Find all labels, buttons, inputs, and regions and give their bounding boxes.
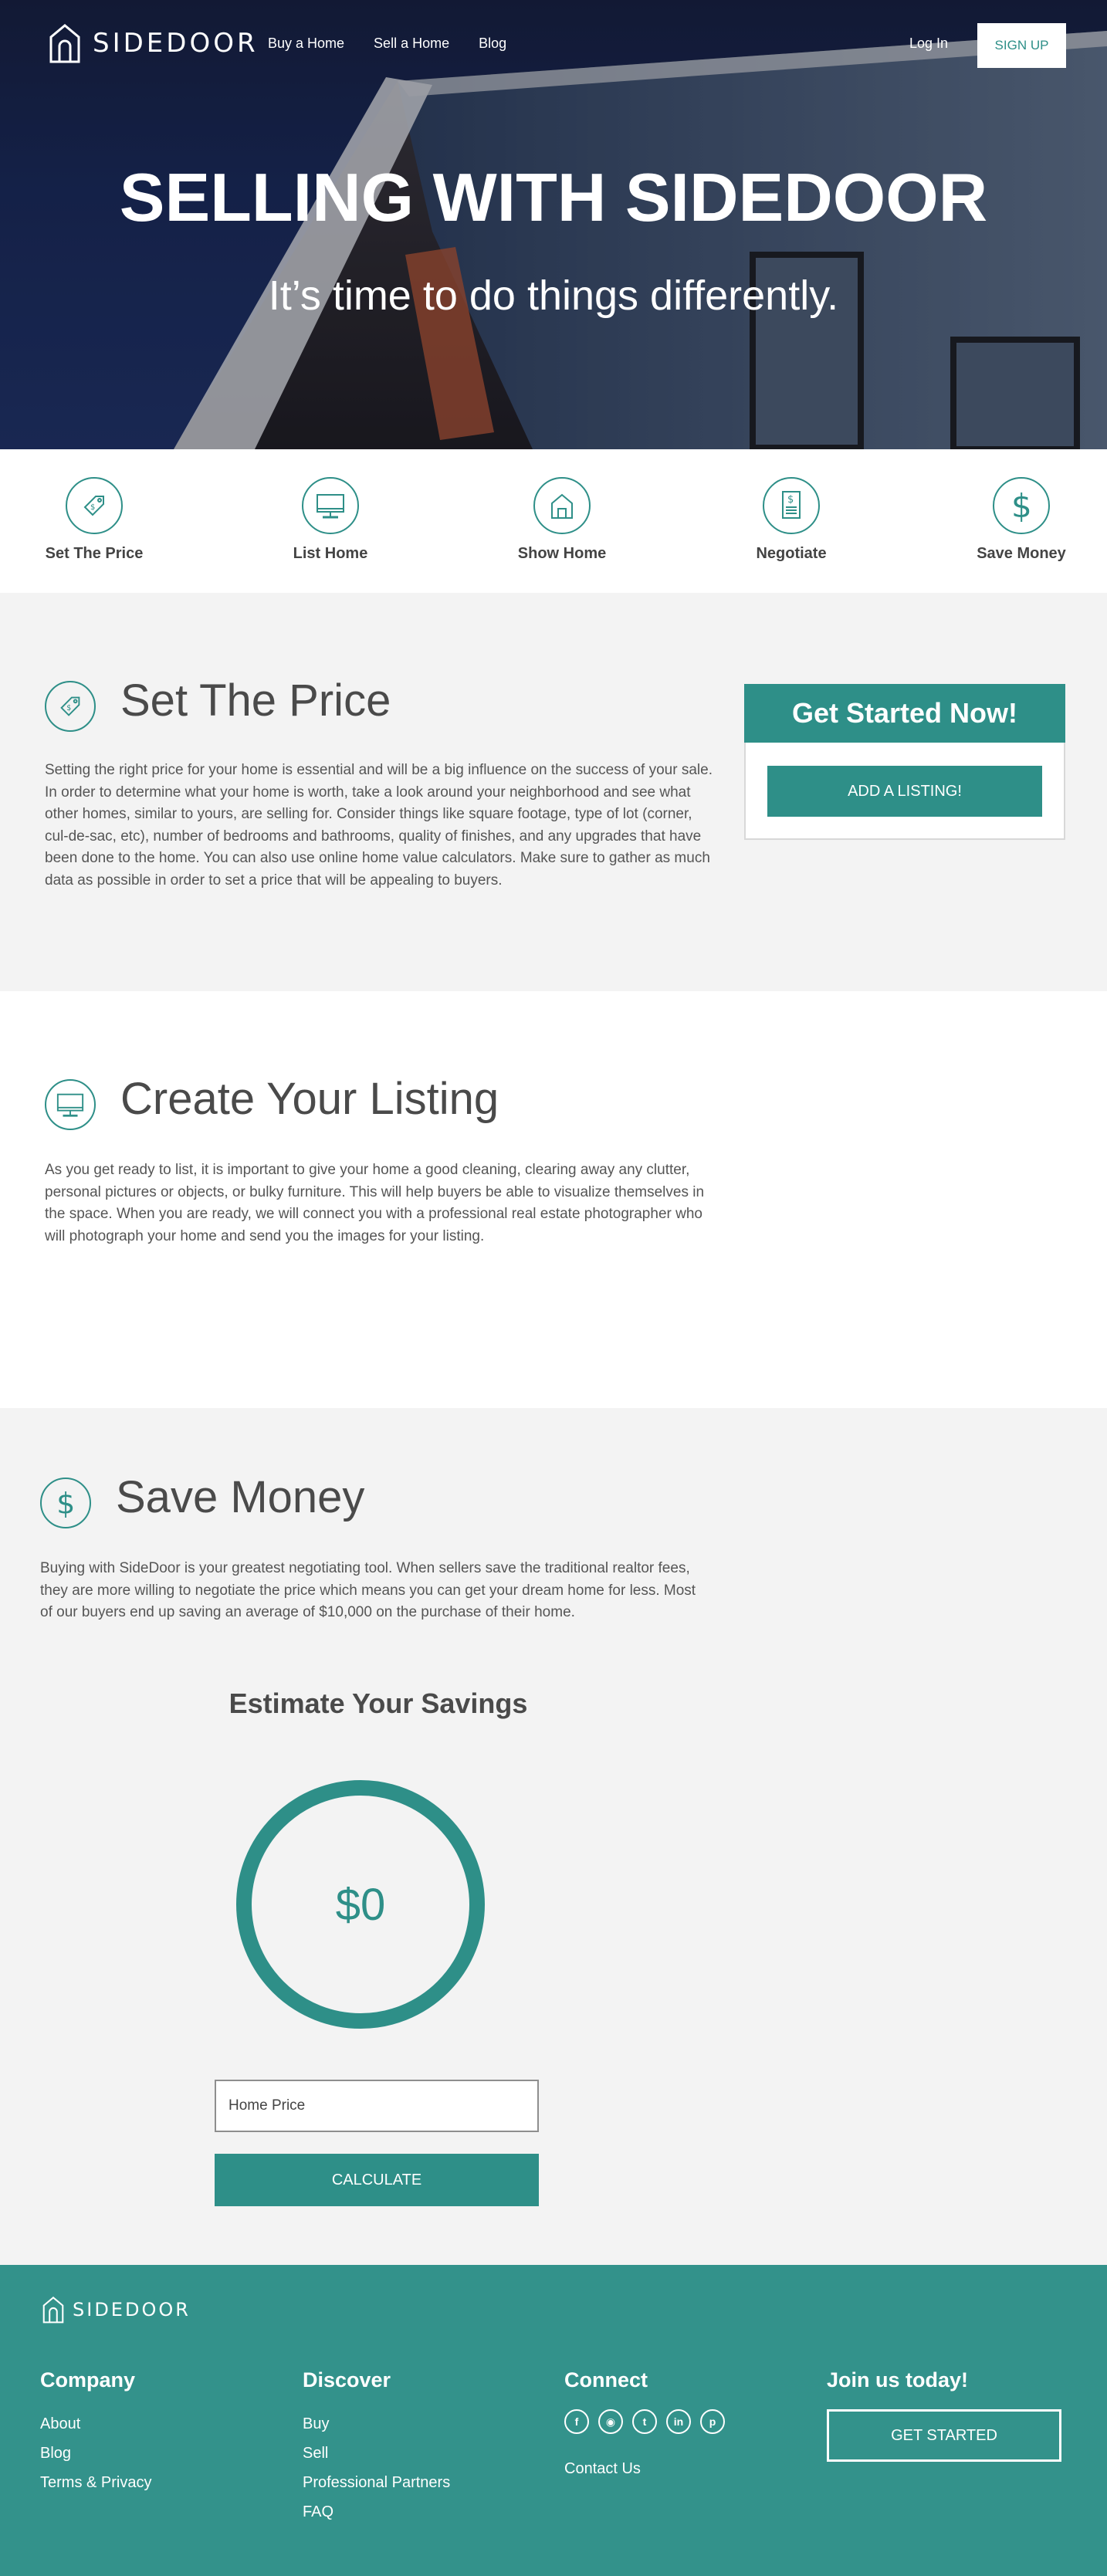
signup-button[interactable]: SIGN UP — [977, 23, 1066, 68]
monitor-icon — [302, 477, 359, 534]
get-started-card: Get Started Now! ADD A LISTING! — [744, 684, 1065, 840]
nav-link-buy[interactable]: Buy a Home — [268, 36, 344, 52]
svg-text:$: $ — [66, 704, 71, 713]
step-label: Set The Price — [45, 545, 144, 562]
door-logo-icon — [42, 2296, 64, 2324]
footer-link-terms[interactable]: Terms & Privacy — [40, 2468, 151, 2497]
footer-link-buy[interactable]: Buy — [303, 2409, 450, 2439]
estimator-title: Estimate Your Savings — [229, 1687, 528, 1719]
footer-link-contact[interactable]: Contact Us — [564, 2454, 725, 2483]
step-set-price[interactable]: $ Set The Price — [17, 477, 171, 563]
facebook-icon[interactable]: f — [564, 2409, 589, 2434]
footer-logo[interactable]: SIDEDOOR — [42, 2296, 191, 2324]
svg-text:$: $ — [56, 1487, 75, 1521]
footer-link-blog[interactable]: Blog — [40, 2439, 151, 2468]
footer-heading: Join us today! — [827, 2368, 969, 2392]
section-save-money: $ Save Money Buying with SideDoor is you… — [0, 1408, 1107, 2265]
dollar-icon: $ — [993, 477, 1050, 534]
step-label: Negotiate — [756, 545, 827, 562]
document-dollar-icon: $ — [763, 477, 820, 534]
footer-heading: Discover — [303, 2368, 391, 2392]
linkedin-icon[interactable]: in — [666, 2409, 691, 2434]
footer-heading: Connect — [564, 2368, 648, 2392]
step-label: Show Home — [517, 545, 607, 562]
footer-link-sell[interactable]: Sell — [303, 2439, 450, 2468]
nav-link-blog[interactable]: Blog — [479, 36, 506, 52]
monitor-icon — [45, 1079, 96, 1130]
add-listing-button[interactable]: ADD A LISTING! — [767, 766, 1042, 817]
hero-title: SELLING WITH SIDEDOOR — [119, 159, 988, 235]
footer-connect: Connect f ◉ t in p Contact Us — [564, 2368, 725, 2483]
top-navigation: SIDEDOOR Buy a Home Sell a Home Blog Log… — [0, 0, 1107, 91]
section-body: Buying with SideDoor is your greatest ne… — [40, 1560, 696, 1620]
footer-discover: Discover Buy Sell Professional Partners … — [303, 2368, 450, 2527]
instagram-icon[interactable]: ◉ — [598, 2409, 623, 2434]
svg-text:$: $ — [787, 494, 794, 506]
brand-logo[interactable]: SIDEDOOR — [48, 23, 259, 63]
footer: SIDEDOOR Company About Blog Terms & Priv… — [0, 2265, 1107, 2576]
hero-banner: SIDEDOOR Buy a Home Sell a Home Blog Log… — [0, 0, 1107, 449]
footer-link-partners[interactable]: Professional Partners — [303, 2468, 450, 2497]
pinterest-icon[interactable]: p — [700, 2409, 725, 2434]
section-body: Setting the right price for your home is… — [45, 762, 713, 889]
door-logo-icon — [49, 24, 80, 63]
calculate-button[interactable]: CALCULATE — [215, 2154, 539, 2206]
social-links: f ◉ t in p — [564, 2409, 725, 2434]
footer-brand-name: SIDEDOOR — [73, 2299, 191, 2320]
footer-link-faq[interactable]: FAQ — [303, 2497, 450, 2527]
nav-links: Buy a Home Sell a Home Blog — [268, 36, 536, 52]
section-body: As you get ready to list, it is importan… — [45, 1162, 705, 1244]
footer-link-about[interactable]: About — [40, 2409, 151, 2439]
section-title: Create Your Listing — [120, 1074, 499, 1124]
login-link[interactable]: Log In — [909, 36, 948, 52]
dollar-icon: $ — [40, 1478, 91, 1528]
footer-company: Company About Blog Terms & Privacy — [40, 2368, 151, 2497]
step-list-home[interactable]: List Home — [253, 477, 408, 563]
step-save-money[interactable]: $ Save Money — [944, 477, 1099, 563]
steps-strip: $ Set The Price List Home Show Home $ Ne… — [0, 449, 1107, 593]
section-create-listing: Create Your Listing As you get ready to … — [0, 991, 1107, 1408]
home-price-input[interactable] — [215, 2080, 539, 2132]
svg-text:$: $ — [1011, 487, 1032, 524]
card-title: Get Started Now! — [744, 684, 1065, 743]
price-tag-icon: $ — [45, 681, 96, 732]
footer-join: Join us today! GET STARTED — [827, 2368, 1061, 2462]
section-set-price: $ Set The Price Setting the right price … — [0, 593, 1107, 991]
brand-name: SIDEDOOR — [93, 28, 259, 59]
step-label: Save Money — [977, 545, 1066, 562]
get-started-button[interactable]: GET STARTED — [827, 2409, 1061, 2462]
step-show-home[interactable]: Show Home — [485, 477, 639, 563]
price-tag-icon: $ — [66, 477, 123, 534]
section-title: Save Money — [116, 1472, 365, 1522]
footer-heading: Company — [40, 2368, 136, 2392]
savings-amount: $0 — [335, 1879, 386, 1930]
step-negotiate[interactable]: $ Negotiate — [714, 477, 868, 563]
nav-link-sell[interactable]: Sell a Home — [374, 36, 449, 52]
savings-ring: $0 — [236, 1780, 485, 2029]
section-title: Set The Price — [120, 675, 391, 726]
twitter-icon[interactable]: t — [632, 2409, 657, 2434]
step-label: List Home — [293, 545, 368, 562]
hero-subtitle: It’s time to do things differently. — [268, 272, 839, 319]
house-icon — [533, 477, 591, 534]
svg-text:$: $ — [90, 503, 95, 512]
